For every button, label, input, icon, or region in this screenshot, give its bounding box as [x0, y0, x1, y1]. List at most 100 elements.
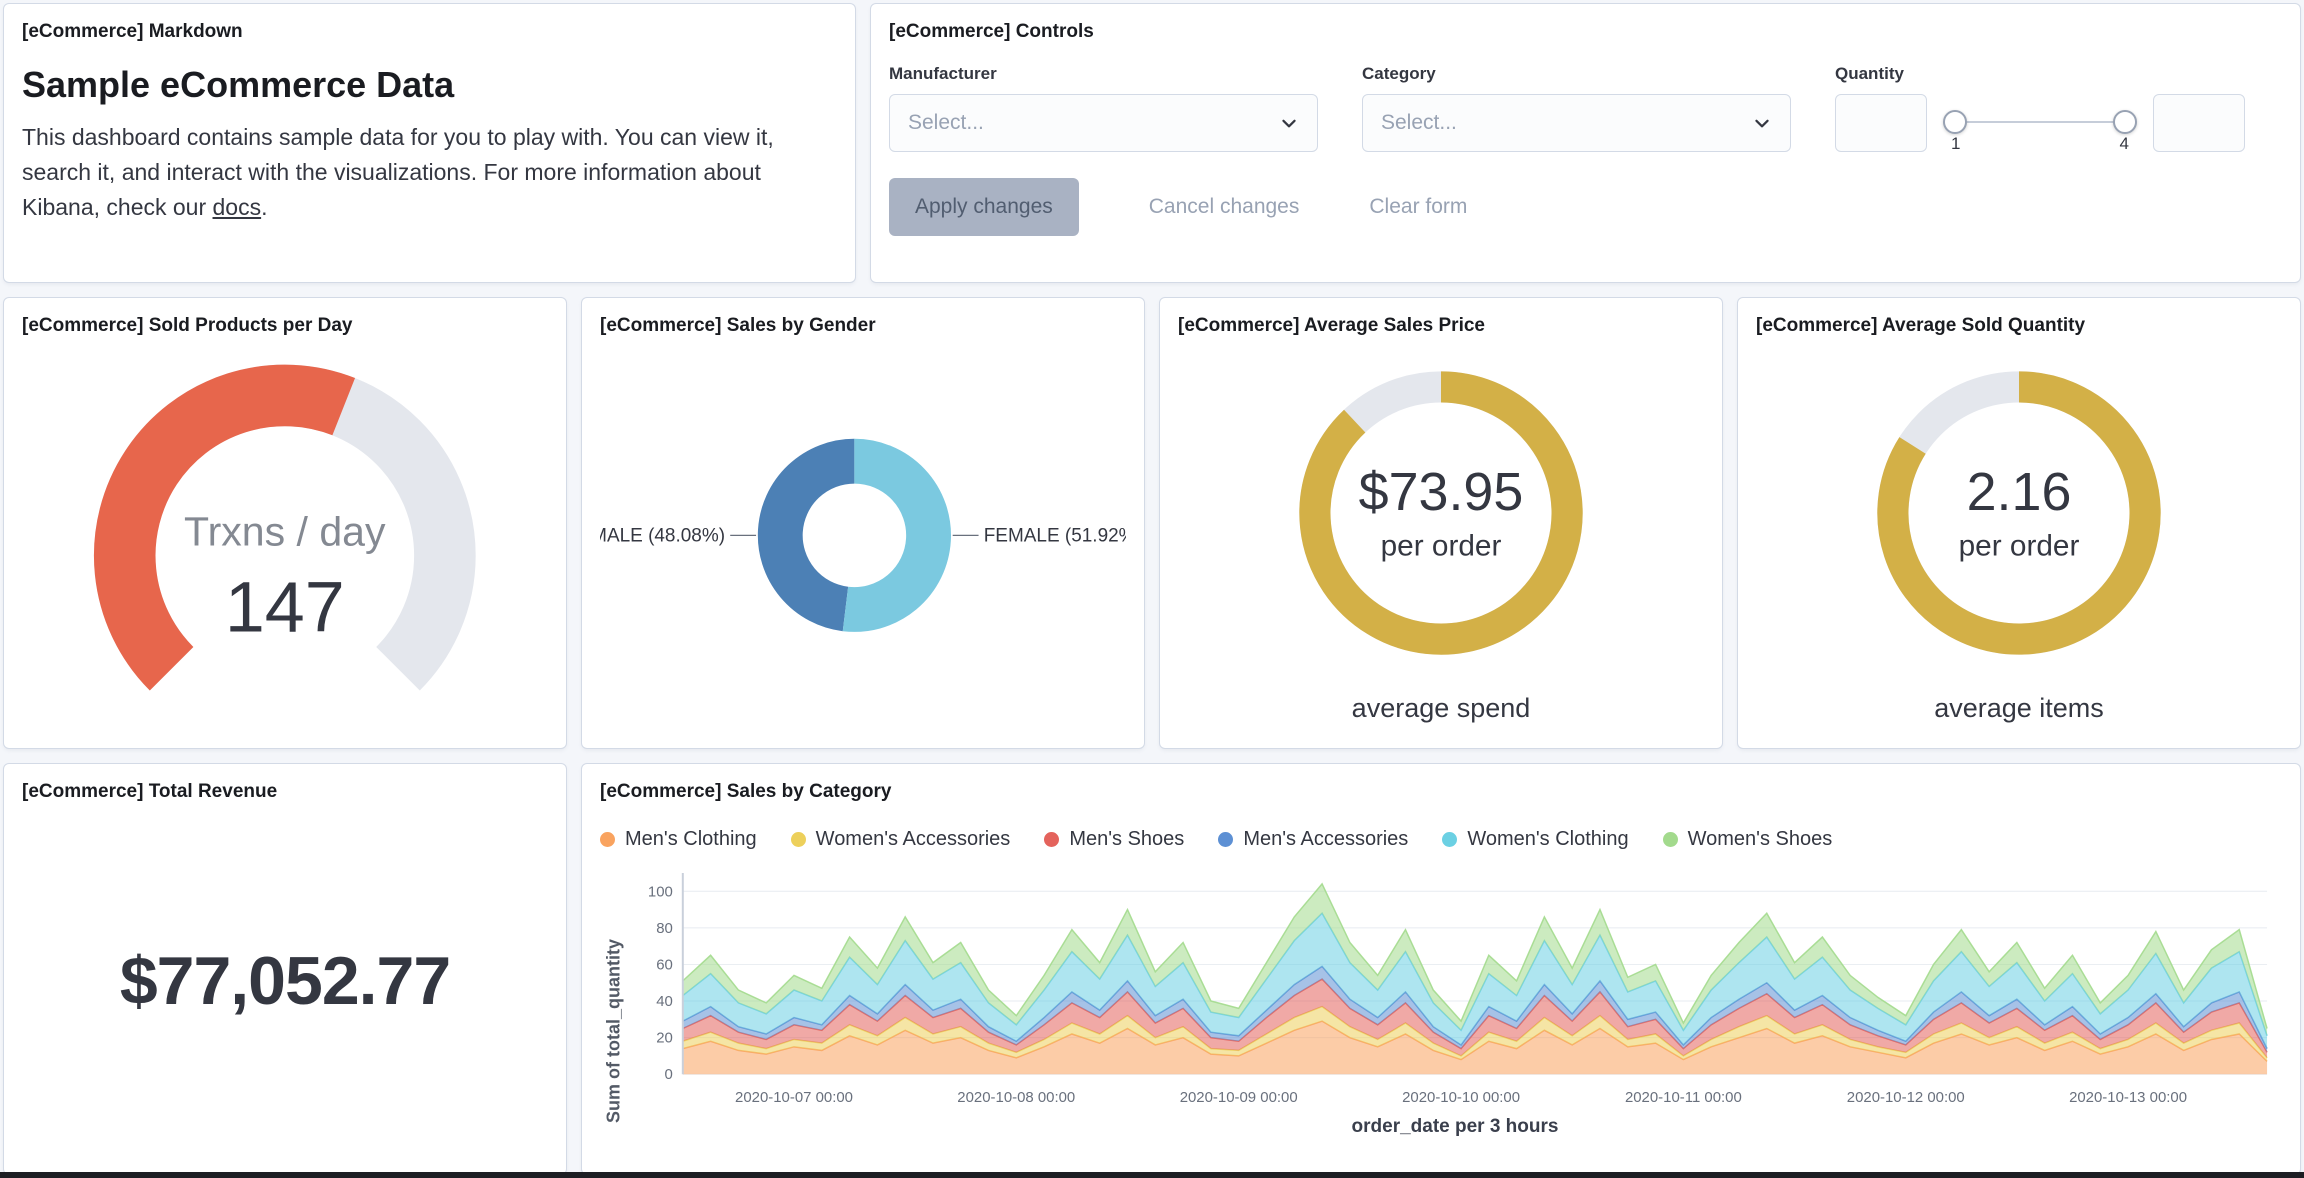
pie-slice-female[interactable] [842, 438, 951, 632]
chart-legend: Men's Clothing Women's Accessories Men's S… [600, 828, 2282, 851]
legend-label: Men's Shoes [1069, 828, 1185, 850]
sales-by-category-area-chart[interactable]: 0 20 40 60 80 100 2020-10-07 00:00 2020-10-08 0… [628, 865, 2282, 1114]
markdown-body: This dashboard contains sample data for … [22, 120, 822, 225]
manufacturer-control: Manufacturer Select... [889, 64, 1318, 152]
manufacturer-select[interactable]: Select... [889, 94, 1318, 152]
y-tick-label: 100 [648, 883, 673, 900]
controls-row: Manufacturer Select... Category Select..… [889, 64, 2282, 153]
legend-dot-icon [1218, 832, 1234, 847]
average-quantity-goal-chart: 2.16 per order [1877, 370, 2161, 655]
panel-title-average-sales-price[interactable]: [eCommerce] Average Sales Price [1178, 314, 1704, 338]
y-axis-label: Sum of total_quantity [603, 939, 624, 1124]
x-tick-label: 2020-10-09 00:00 [1180, 1089, 1298, 1106]
window-bottom-edge [0, 1172, 2304, 1178]
panel-markdown: [eCommerce] Markdown Sample eCommerce Da… [3, 3, 856, 283]
panel-total-revenue: [eCommerce] Total Revenue $77,052.77 [3, 763, 567, 1175]
panel-title-markdown[interactable]: [eCommerce] Markdown [22, 20, 837, 44]
metric-area: $77,052.77 [22, 804, 548, 1158]
slider-handle-min[interactable] [1943, 110, 1967, 134]
total-revenue-metric: $77,052.77 [119, 943, 451, 1019]
panel-sold-products-per-day: [eCommerce] Sold Products per Day Trxns … [3, 297, 567, 749]
x-axis-label: order_date per 3 hours [1351, 1116, 1559, 1138]
x-tick-label: 2020-10-12 00:00 [1847, 1089, 1965, 1106]
clear-form-button[interactable]: Clear form [1369, 195, 1467, 219]
quantity-row: 1 4 [1835, 94, 2245, 153]
y-tick-label: 0 [665, 1066, 673, 1083]
goal-value: $73.95 [1359, 462, 1524, 522]
manufacturer-label: Manufacturer [889, 64, 997, 83]
legend-item[interactable]: Men's Accessories [1218, 828, 1408, 851]
markdown-text: This dashboard contains sample data for … [22, 124, 774, 220]
area-chart-main: 0 20 40 60 80 100 2020-10-07 00:00 2020-10-08 0… [628, 865, 2282, 1158]
legend-label: Men's Accessories [1243, 828, 1409, 850]
dashboard: [eCommerce] Markdown Sample eCommerce Da… [0, 0, 2304, 1178]
chevron-down-icon [1755, 119, 1769, 128]
pie-slice-male[interactable] [757, 438, 856, 631]
legend-dot-icon [1662, 832, 1678, 847]
docs-link[interactable]: docs [213, 194, 262, 220]
legend-label: Women's Shoes [1687, 828, 1833, 850]
panel-sales-by-gender: [eCommerce] Sales by Gender MALE (48.08%… [581, 297, 1145, 749]
panel-title-sold-products[interactable]: [eCommerce] Sold Products per Day [22, 314, 548, 338]
panel-title-average-sold-quantity[interactable]: [eCommerce] Average Sold Quantity [1756, 314, 2282, 338]
legend-label: Men's Clothing [625, 828, 757, 850]
cancel-changes-button[interactable]: Cancel changes [1149, 195, 1300, 219]
markdown-heading: Sample eCommerce Data [22, 64, 455, 105]
legend-item[interactable]: Women's Accessories [790, 828, 1011, 851]
slider-min-label: 1 [1951, 134, 1961, 153]
panel-title-sales-by-gender[interactable]: [eCommerce] Sales by Gender [600, 314, 1126, 338]
legend-dot-icon [600, 832, 615, 847]
gauge-label: Trxns / day [184, 508, 386, 554]
panel-controls: [eCommerce] Controls Manufacturer Select… [870, 3, 2301, 283]
trxns-per-day-gauge: Trxns / day 147 [94, 364, 476, 691]
panel-average-sales-price: [eCommerce] Average Sales Price $73.95 p… [1159, 297, 1723, 749]
legend-dot-icon [790, 832, 806, 847]
panel-title-controls[interactable]: [eCommerce] Controls [889, 20, 2282, 44]
apply-changes-button[interactable]: Apply changes [889, 178, 1079, 236]
quantity-min-input[interactable] [1835, 94, 1927, 152]
goal-unit-label: per order [1959, 529, 2080, 562]
category-placeholder: Select... [1381, 111, 1457, 134]
x-tick-label: 2020-10-13 00:00 [2069, 1089, 2187, 1106]
panel-average-sold-quantity: [eCommerce] Average Sold Quantity 2.16 p… [1737, 297, 2301, 749]
chevron-down-icon [1282, 119, 1296, 128]
legend-dot-icon [1044, 832, 1060, 847]
gender-chart-area: MALE (48.08%) FEMALE (51.92%) [600, 338, 1126, 732]
legend-item[interactable]: Women's Shoes [1662, 828, 1833, 851]
male-slice-label: MALE (48.08%) [600, 525, 725, 546]
female-slice-label: FEMALE (51.92%) [984, 525, 1126, 546]
average-price-goal-chart: $73.95 per order [1299, 370, 1583, 655]
legend-item[interactable]: Men's Shoes [1044, 828, 1184, 851]
slider-handle-max[interactable] [2113, 110, 2137, 134]
x-tick-label: 2020-10-08 00:00 [957, 1089, 1075, 1106]
goal-caption: average items [1934, 693, 2104, 723]
gauge-value: 147 [225, 567, 345, 647]
quantity-chart-area: 2.16 per order [1756, 338, 2282, 687]
y-tick-label: 40 [656, 993, 673, 1010]
area-chart-wrap: Sum of total_quantity 0 20 40 60 80 100 2020-1… [600, 865, 2282, 1158]
quantity-range-slider[interactable]: 1 4 [1943, 94, 2137, 153]
x-tick-label: 2020-10-11 00:00 [1625, 1089, 1742, 1106]
legend-item[interactable]: Men's Clothing [600, 828, 757, 851]
quantity-control: Quantity 1 4 [1835, 64, 2245, 153]
x-tick-label: 2020-10-07 00:00 [735, 1089, 853, 1106]
legend-dot-icon [1442, 832, 1458, 847]
quantity-label: Quantity [1835, 64, 1904, 83]
slider-max-label: 4 [2119, 134, 2129, 153]
panel-title-sales-by-category[interactable]: [eCommerce] Sales by Category [600, 780, 2282, 804]
gauge-chart-area: Trxns / day 147 [22, 338, 548, 732]
goal-value: 2.16 [1967, 462, 2072, 522]
category-select[interactable]: Select... [1362, 94, 1791, 152]
y-tick-label: 80 [656, 920, 673, 937]
controls-buttons-row: Apply changes Cancel changes Clear form [889, 178, 2282, 236]
panel-title-total-revenue[interactable]: [eCommerce] Total Revenue [22, 780, 548, 804]
gender-donut-chart: MALE (48.08%) FEMALE (51.92%) [600, 438, 1126, 632]
goal-caption: average spend [1351, 693, 1531, 723]
quantity-max-input[interactable] [2153, 94, 2245, 152]
category-label: Category [1362, 64, 1436, 83]
legend-label: Women's Accessories [815, 828, 1011, 850]
y-tick-label: 60 [656, 956, 673, 973]
legend-item[interactable]: Women's Clothing [1442, 828, 1629, 851]
category-control: Category Select... [1362, 64, 1791, 152]
slider-track [1945, 121, 2135, 123]
